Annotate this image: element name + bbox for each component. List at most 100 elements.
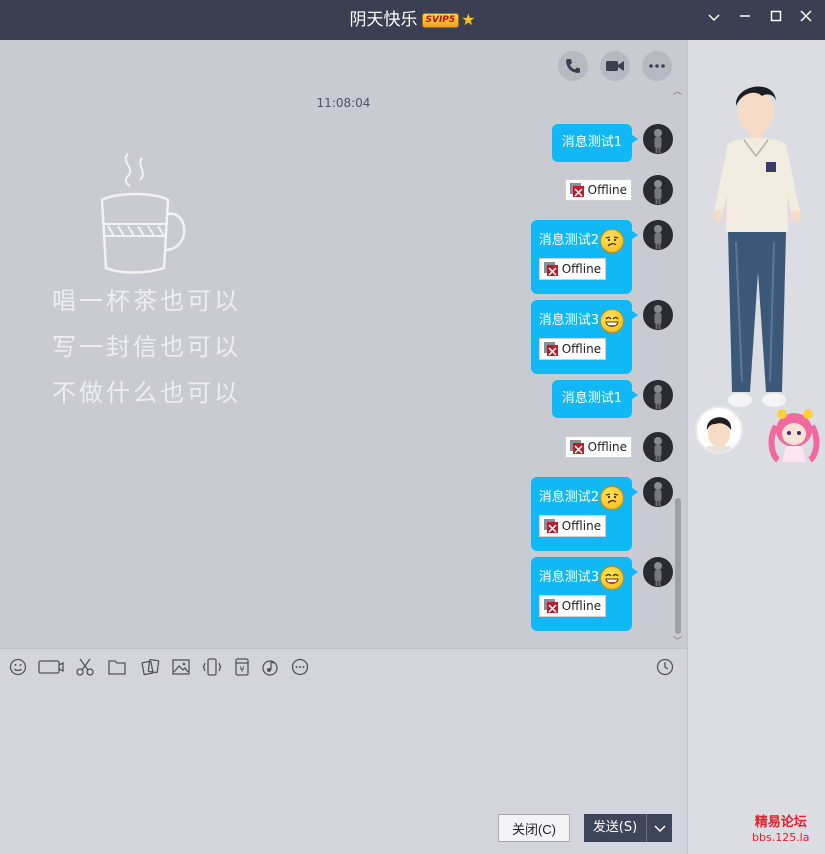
- minimize-button[interactable]: [734, 8, 756, 30]
- star-icon: ★: [461, 10, 476, 29]
- send-options-dropdown[interactable]: [646, 814, 672, 842]
- image-offline-label: Offline: [587, 183, 627, 197]
- image-placeholder[interactable]: Offline: [538, 258, 607, 280]
- image-offline-label: Offline: [561, 342, 602, 356]
- gif-icon: [38, 660, 64, 674]
- message-text: 消息测试3: [538, 570, 599, 585]
- cards-icon: [141, 658, 160, 676]
- chat-message[interactable]: 消息测试1: [551, 124, 639, 162]
- avatar[interactable]: [643, 175, 673, 205]
- message-line: 消息测试2: [539, 485, 624, 511]
- broken-image-icon: [543, 262, 558, 276]
- folder-icon: [108, 660, 126, 675]
- send-button-label: 发送(S): [592, 820, 638, 835]
- close-chat-button[interactable]: 关闭(C): [498, 814, 570, 842]
- chat-message[interactable]: Offline: [564, 436, 632, 459]
- emoji-button[interactable]: [8, 657, 30, 677]
- frown-emoji-icon: [600, 228, 624, 253]
- more-options-button[interactable]: [642, 51, 672, 81]
- art-line-3: 不做什么也可以: [52, 379, 241, 407]
- message-line: Offline: [538, 515, 624, 538]
- background-art-text: 唱一杯茶也可以 写一封信也可以 不做什么也可以: [52, 278, 241, 416]
- more-tools-button[interactable]: [290, 657, 312, 677]
- video-camera-icon: [606, 61, 624, 71]
- boy-face-icon: [706, 417, 732, 452]
- avatar[interactable]: [643, 557, 673, 587]
- user-silhouette-icon: [654, 129, 662, 153]
- chat-message[interactable]: Offline: [564, 179, 632, 202]
- dropdown-button[interactable]: [703, 8, 725, 30]
- image-placeholder[interactable]: Offline: [538, 515, 607, 537]
- broken-image-icon: [543, 342, 558, 356]
- user-silhouette-icon: [654, 482, 662, 506]
- broken-image-icon: [569, 183, 584, 197]
- message-timestamp: 11:08:04: [316, 96, 371, 110]
- red-packet-icon: ¥: [235, 658, 249, 676]
- avatar[interactable]: [643, 432, 673, 462]
- window-title: 阴天快乐 SVIP5 ★: [0, 0, 825, 40]
- user-silhouette-icon: [654, 225, 662, 249]
- red-packet-button[interactable]: ¥: [232, 657, 254, 677]
- contact-name: 阴天快乐: [349, 10, 418, 30]
- ellipsis-circle-icon: [291, 658, 309, 676]
- message-history-button[interactable]: [655, 657, 677, 677]
- watermark-line-1: 精易论坛: [754, 815, 807, 830]
- message-text: 消息测试2: [538, 490, 599, 505]
- smiley-icon: [9, 658, 27, 676]
- avatar[interactable]: [643, 477, 673, 507]
- chat-area[interactable]: 唱一杯茶也可以 写一封信也可以 不做什么也可以 ︿ 11:08:04 消息测试1…: [0, 40, 687, 648]
- close-button[interactable]: [795, 8, 817, 30]
- clock-icon: [656, 658, 674, 676]
- scissors-icon: [76, 658, 94, 676]
- voice-call-button[interactable]: [558, 51, 588, 81]
- chevron-down-icon: [708, 14, 720, 22]
- avatar[interactable]: [643, 380, 673, 410]
- image-placeholder[interactable]: Offline: [538, 338, 607, 360]
- image-placeholder[interactable]: Offline: [564, 179, 632, 201]
- user-silhouette-icon: [654, 562, 662, 586]
- broken-image-icon: [543, 519, 558, 533]
- avatar[interactable]: [643, 300, 673, 330]
- avatar-show-figure: [713, 86, 801, 407]
- send-button[interactable]: 发送(S): [584, 814, 672, 842]
- anime-girl-sticker: [768, 409, 820, 463]
- send-file-button[interactable]: [107, 657, 129, 677]
- phone-icon: [566, 59, 580, 73]
- teacup-illustration: [100, 153, 186, 274]
- message-text: 消息测试2: [538, 233, 599, 248]
- avatar[interactable]: [643, 220, 673, 250]
- chevron-down-icon: [654, 825, 666, 833]
- chat-message[interactable]: 消息测试3 Offline: [530, 557, 639, 631]
- input-toolbar: ¥: [0, 648, 687, 684]
- close-icon: [800, 10, 812, 22]
- chat-message[interactable]: 消息测试3 Offline: [530, 300, 639, 374]
- magic-emoji-button[interactable]: [140, 657, 162, 677]
- maximize-icon: [770, 10, 782, 22]
- video-call-button[interactable]: [600, 51, 630, 81]
- user-silhouette-icon: [654, 305, 662, 329]
- broken-image-icon: [543, 599, 558, 613]
- message-line: Offline: [538, 338, 624, 361]
- user-silhouette-icon: [654, 437, 662, 461]
- chat-message[interactable]: 消息测试2 Offline: [530, 220, 639, 294]
- scrollbar-thumb[interactable]: [675, 498, 681, 634]
- send-image-button[interactable]: [171, 657, 193, 677]
- maximize-button[interactable]: [765, 8, 787, 30]
- image-placeholder[interactable]: Offline: [564, 436, 632, 458]
- screenshot-button[interactable]: [75, 657, 97, 677]
- image-placeholder[interactable]: Offline: [538, 595, 607, 617]
- contact-avatar[interactable]: [695, 406, 743, 454]
- image-offline-label: Offline: [561, 262, 602, 276]
- message-input-area[interactable]: 关闭(C) 发送(S): [0, 684, 687, 854]
- chat-message[interactable]: 消息测试2 Offline: [530, 477, 639, 551]
- music-button[interactable]: [260, 657, 282, 677]
- contact-show-panel: [687, 40, 825, 854]
- avatar[interactable]: [643, 124, 673, 154]
- message-text: 消息测试1: [561, 135, 622, 150]
- image-icon: [172, 659, 190, 675]
- scroll-down-arrow[interactable]: ﹀: [673, 634, 682, 647]
- title-bar: 阴天快乐 SVIP5 ★: [0, 0, 825, 40]
- chat-message[interactable]: 消息测试1: [551, 380, 639, 418]
- shake-button[interactable]: [202, 657, 224, 677]
- gif-button[interactable]: [38, 657, 66, 677]
